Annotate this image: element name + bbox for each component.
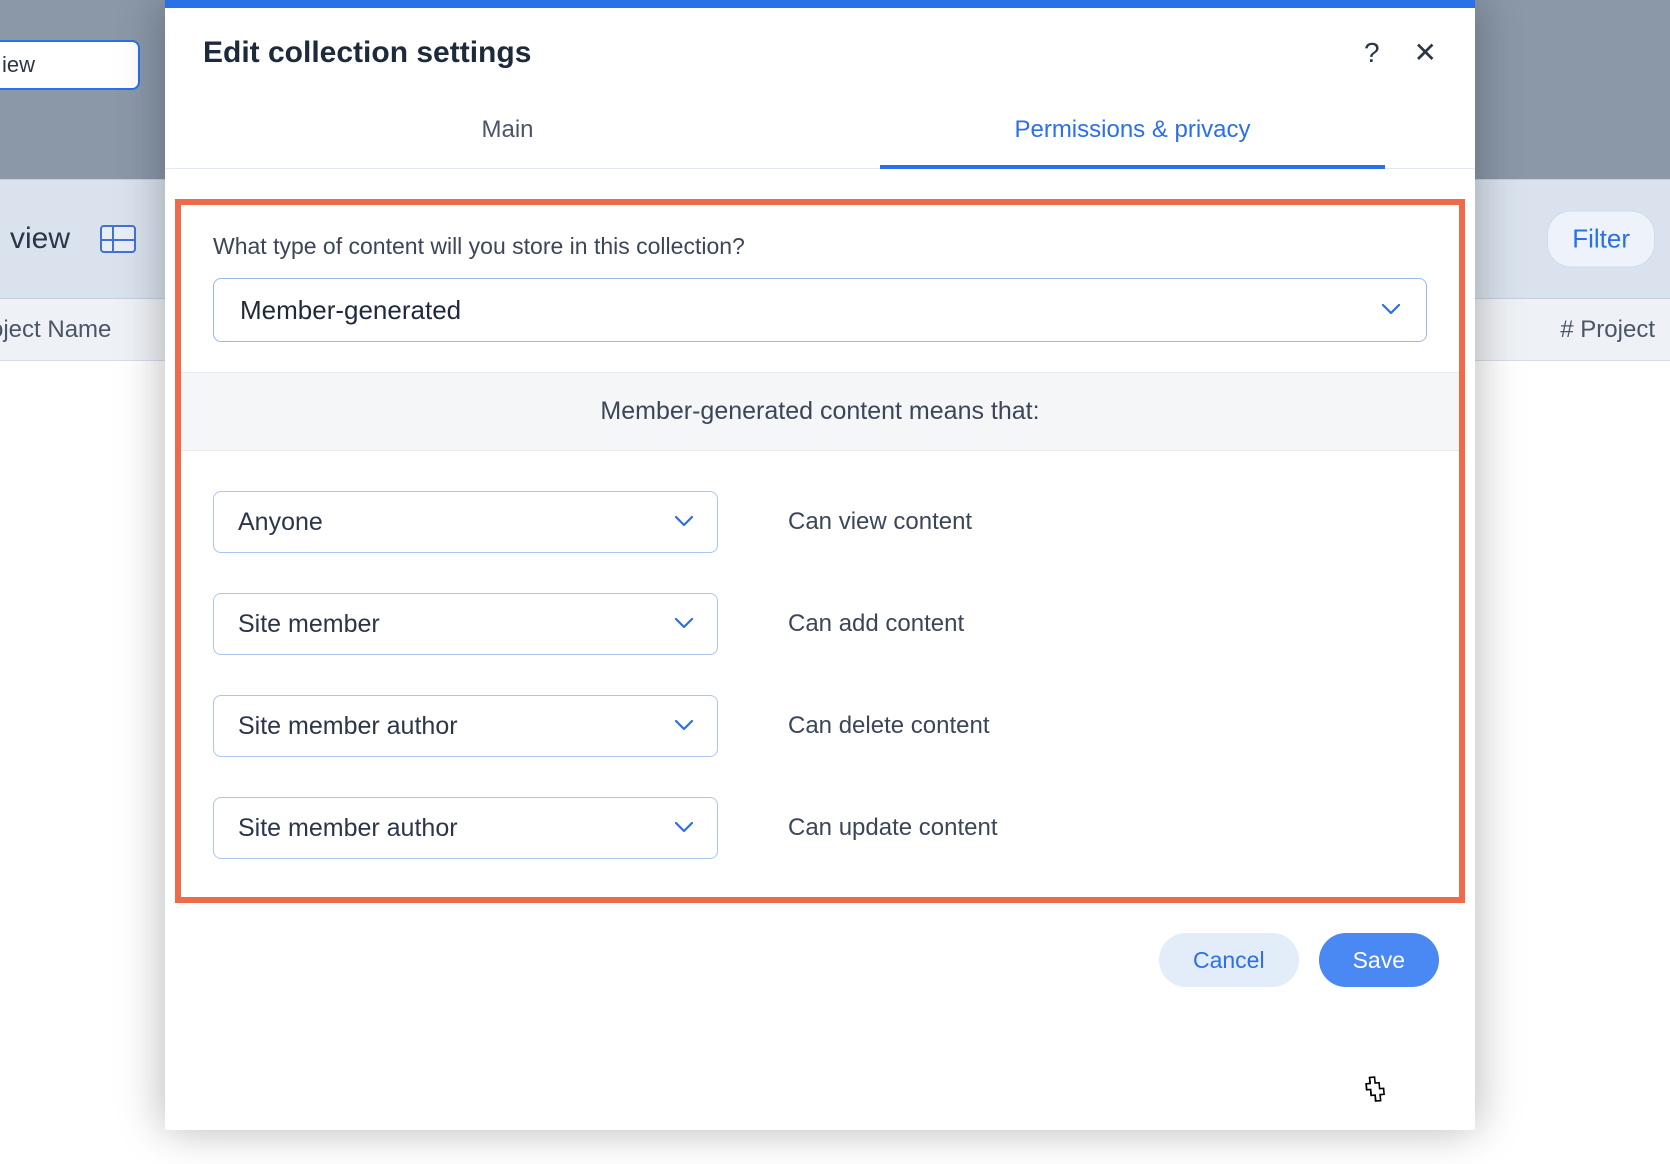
permission-row-delete: Site member author Can delete content [213,695,1427,757]
delete-role-value: Site member author [238,712,458,741]
modal-accent-bar [165,0,1475,8]
bg-chip-label: iew [2,52,35,77]
content-type-value: Member-generated [240,295,461,326]
chevron-down-icon [675,614,693,635]
column-header-project: # Project [1560,316,1655,344]
permission-row-add: Site member Can add content [213,593,1427,655]
chevron-down-icon [675,818,693,839]
delete-permission-label: Can delete content [788,712,989,740]
cancel-button[interactable]: Cancel [1159,933,1299,987]
edit-collection-modal: Edit collection settings ? ✕ Main Permis… [165,0,1475,1130]
view-permission-label: Can view content [788,508,972,536]
add-role-select[interactable]: Site member [213,593,718,655]
add-role-value: Site member [238,610,380,639]
grid-icon[interactable] [100,225,136,253]
chevron-down-icon [1382,300,1400,321]
close-icon[interactable]: ✕ [1414,39,1437,67]
bg-view-label: view [0,222,70,256]
permission-row-update: Site member author Can update content [213,797,1427,859]
tab-main[interactable]: Main [195,92,820,168]
update-role-select[interactable]: Site member author [213,797,718,859]
chevron-down-icon [675,512,693,533]
update-permission-label: Can update content [788,814,998,842]
bg-chip-view: iew [0,40,140,90]
permissions-highlight-box: What type of content will you store in t… [175,199,1465,903]
modal-tabs: Main Permissions & privacy [165,92,1475,169]
content-type-select[interactable]: Member-generated [213,278,1427,342]
tab-permissions[interactable]: Permissions & privacy [820,92,1445,168]
modal-title: Edit collection settings [203,36,531,70]
chevron-down-icon [675,716,693,737]
column-header-project-name: oject Name [0,316,111,344]
modal-footer: Cancel Save [165,903,1475,987]
content-type-question: What type of content will you store in t… [213,233,1459,260]
permission-row-view: Anyone Can view content [213,491,1427,553]
filter-button[interactable]: Filter [1547,211,1655,268]
modal-header: Edit collection settings ? ✕ [165,8,1475,80]
help-icon[interactable]: ? [1364,39,1380,67]
add-permission-label: Can add content [788,610,964,638]
content-type-info-banner: Member-generated content means that: [181,372,1459,451]
modal-header-icons: ? ✕ [1364,39,1437,67]
save-button[interactable]: Save [1319,933,1439,987]
delete-role-select[interactable]: Site member author [213,695,718,757]
update-role-value: Site member author [238,814,458,843]
view-role-value: Anyone [238,508,323,537]
view-role-select[interactable]: Anyone [213,491,718,553]
